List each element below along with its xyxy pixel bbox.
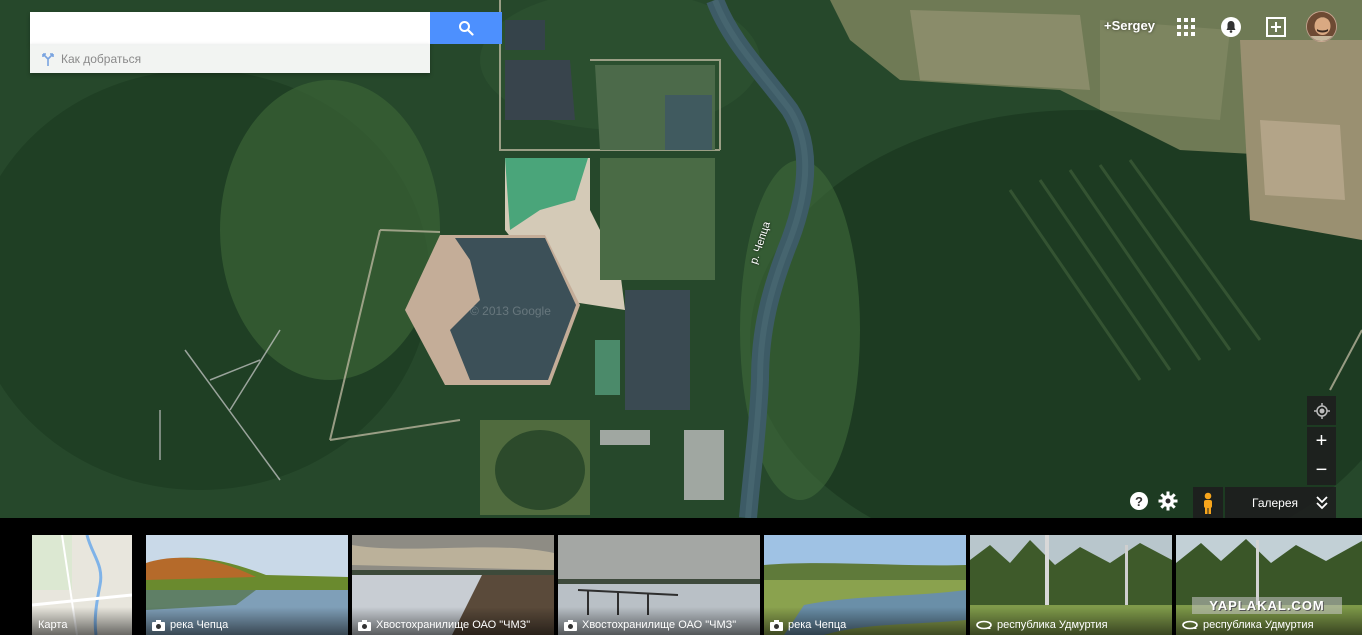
directions-icon bbox=[42, 52, 54, 66]
photo-thumbnail[interactable]: Хвостохранилище ОАО "ЧМЗ" bbox=[558, 535, 760, 635]
satellite-imagery bbox=[0, 0, 1362, 518]
photo-thumbnail[interactable]: река Чепца bbox=[764, 535, 966, 635]
search-icon bbox=[459, 21, 474, 36]
map-thumb-caption: Карта bbox=[32, 607, 132, 635]
pegman-street-view-button[interactable] bbox=[1193, 487, 1223, 518]
satellite-map[interactable]: © 2013 Google р. Чепца bbox=[0, 0, 1362, 518]
gallery-toggle-button[interactable]: Галерея bbox=[1225, 487, 1336, 518]
photo-thumbnail[interactable]: река Чепца bbox=[146, 535, 348, 635]
gear-icon[interactable] bbox=[1158, 491, 1178, 511]
panorama-thumbnail[interactable]: республика Удмуртия bbox=[970, 535, 1172, 635]
gallery-label: Галерея bbox=[1252, 495, 1299, 510]
map-view-thumbnail[interactable]: Карта bbox=[32, 535, 132, 635]
my-location-button[interactable] bbox=[1307, 396, 1336, 425]
search-button[interactable] bbox=[430, 12, 502, 44]
photo-caption-text: Хвостохранилище ОАО "ЧМЗ" bbox=[582, 619, 737, 631]
photo-thumbnail[interactable]: Хвостохранилище ОАО "ЧМЗ" bbox=[352, 535, 554, 635]
photo-caption: республика Удмуртия bbox=[970, 607, 1172, 635]
notifications-bell-icon[interactable] bbox=[1219, 15, 1243, 39]
photo-caption-text: река Чепца bbox=[788, 619, 847, 631]
directions-label: Как добраться bbox=[61, 51, 142, 66]
photo-caption-text: республика Удмуртия bbox=[997, 619, 1108, 631]
photo-caption-text: республика Удмуртия bbox=[1203, 619, 1314, 631]
panorama-icon bbox=[976, 620, 992, 630]
photo-caption: река Чепца bbox=[146, 607, 348, 635]
apps-grid-icon[interactable] bbox=[1174, 15, 1198, 39]
avatar[interactable] bbox=[1306, 11, 1337, 42]
photo-caption: Хвостохранилище ОАО "ЧМЗ" bbox=[558, 607, 760, 635]
target-icon bbox=[1313, 402, 1330, 419]
photo-caption: река Чепца bbox=[764, 607, 966, 635]
user-profile-link[interactable]: +Sergey bbox=[1104, 18, 1155, 33]
photo-caption-text: река Чепца bbox=[170, 619, 229, 631]
pegman-icon bbox=[1204, 492, 1212, 514]
zoom-out-button[interactable]: − bbox=[1307, 456, 1336, 485]
maps-app: © 2013 Google р. Чепца Как добраться +Se… bbox=[0, 0, 1362, 635]
camera-icon bbox=[770, 619, 783, 631]
map-copyright-watermark: © 2013 Google bbox=[470, 304, 551, 318]
search-input[interactable] bbox=[30, 12, 430, 44]
photo-gallery-strip: Карта река Чепца Хвостохранилище ОАО "ЧМ… bbox=[0, 518, 1362, 635]
photo-caption: Хвостохранилище ОАО "ЧМЗ" bbox=[352, 607, 554, 635]
camera-icon bbox=[564, 619, 577, 631]
zoom-in-button[interactable]: + bbox=[1307, 427, 1336, 456]
panorama-icon bbox=[1182, 620, 1198, 630]
map-thumb-label: Карта bbox=[38, 619, 68, 631]
camera-icon bbox=[152, 619, 165, 631]
camera-icon bbox=[358, 619, 371, 631]
directions-link[interactable]: Как добраться bbox=[30, 44, 430, 73]
share-plus-icon[interactable] bbox=[1264, 15, 1288, 39]
help-icon[interactable]: ? bbox=[1130, 492, 1148, 510]
panorama-thumbnail[interactable]: республика Удмуртия bbox=[1176, 535, 1362, 635]
double-chevron-down-icon bbox=[1316, 495, 1328, 509]
site-watermark: YAPLAKAL.COM bbox=[1192, 597, 1342, 614]
photo-caption-text: Хвостохранилище ОАО "ЧМЗ" bbox=[376, 619, 531, 631]
